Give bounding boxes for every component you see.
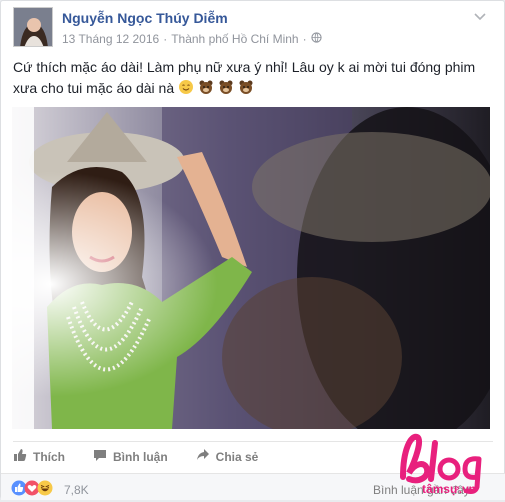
- meta-separator: ·: [163, 32, 168, 46]
- post-date[interactable]: 13 Tháng 12 2016: [62, 32, 159, 46]
- comment-icon: [93, 448, 107, 465]
- facebook-post-card: Nguyễn Ngọc Thúy Diễm 13 Tháng 12 2016 ·…: [0, 0, 505, 501]
- post-text-line-2: xưa cho tui mặc áo dài nà: [13, 78, 491, 101]
- smile-emoji-icon: [178, 79, 194, 101]
- meta-separator: ·: [302, 32, 307, 46]
- watermark-text: tâmsự.vn: [422, 482, 476, 496]
- post-photo[interactable]: [12, 107, 490, 429]
- post-text-line: Cứ thích mặc áo dài! Làm phụ nữ xưa ý nh…: [13, 59, 476, 75]
- author-name[interactable]: Nguyễn Ngọc Thúy Diễm: [62, 10, 228, 26]
- bear-emoji-icon: [218, 79, 234, 101]
- post-text: Cứ thích mặc áo dài! Làm phụ nữ xưa ý nh…: [13, 57, 491, 101]
- bear-emoji-icon: [198, 79, 214, 101]
- reaction-icons[interactable]: [11, 480, 53, 501]
- bear-emoji-icon: [238, 79, 254, 101]
- share-button[interactable]: Chia sẻ: [196, 448, 258, 465]
- author-avatar[interactable]: [13, 7, 53, 47]
- comment-button[interactable]: Bình luận: [93, 448, 168, 465]
- share-arrow-icon: [196, 448, 210, 465]
- blog-tamsu-watermark-logo: tâmsự.vn: [397, 429, 495, 497]
- thumbs-up-icon: [13, 448, 27, 465]
- haha-reaction-icon: [37, 480, 53, 501]
- globe-icon: [310, 32, 322, 46]
- post-location[interactable]: Thành phố Hồ Chí Minh: [171, 32, 298, 46]
- like-button[interactable]: Thích: [13, 448, 65, 465]
- reaction-count[interactable]: 7,8K: [64, 483, 89, 497]
- chevron-down-icon[interactable]: [470, 9, 490, 25]
- post-meta: 13 Tháng 12 2016 · Thành phố Hồ Chí Minh…: [62, 32, 322, 46]
